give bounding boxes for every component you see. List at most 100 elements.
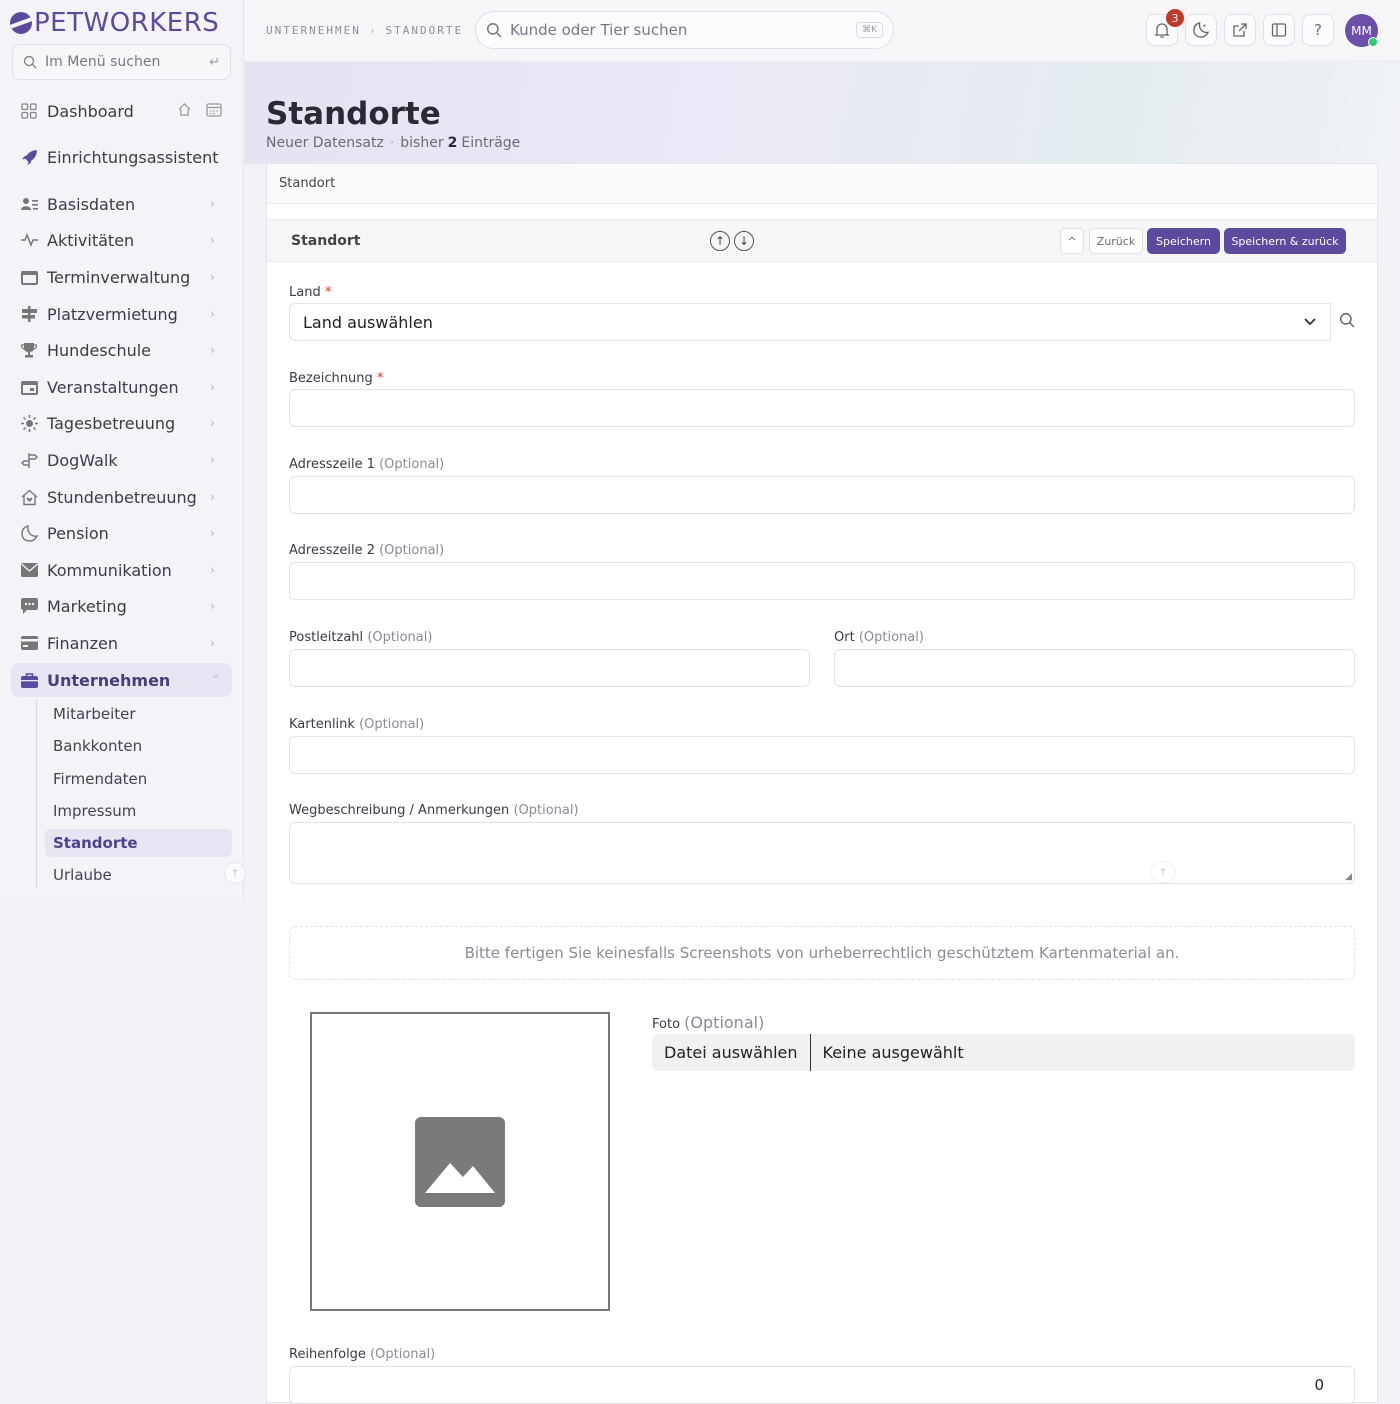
breadcrumb-item-unternehmen[interactable]: UNTERNEHMEN [266,24,361,37]
sidebar-item-dashboard[interactable]: Dashboard [11,94,232,128]
ort-label-text: Ort [834,630,855,645]
sidebar-item-kommunikation[interactable]: Kommunikation › [11,553,232,587]
sidebar-item-basisdaten[interactable]: Basisdaten › [11,187,232,221]
scroll-top-icon[interactable]: ↑ [224,862,246,884]
theme-toggle-button[interactable] [1185,14,1217,46]
arrow-up-circle-icon[interactable]: ↑ [710,231,730,251]
page-header: Standorte Neuer Datensatz · bisher 2 Ein… [245,62,1400,164]
sidebar-item-terminverwaltung[interactable]: Terminverwaltung › [11,260,232,294]
envelope-icon [19,560,39,580]
resize-handle-icon[interactable]: ◢ [1345,872,1352,882]
back-button-label: Zurück [1096,234,1136,248]
ort-input[interactable] [834,649,1355,687]
menu-search-input[interactable]: Im Menü suchen ↵ [12,44,231,80]
sidebar-item-aktivitaeten[interactable]: Aktivitäten › [11,223,232,257]
sidebar-item-veranstaltungen[interactable]: Veranstaltungen › [11,370,232,404]
sidebar-subitem-firmendaten[interactable]: Firmendaten [45,765,232,793]
choose-file-button[interactable]: Datei auswählen [652,1034,811,1071]
sidebar-item-label: Basisdaten [47,194,136,214]
collapse-button[interactable]: ^ [1060,228,1084,254]
sidebar-item-label: Stundenbetreuung [47,487,197,507]
chevron-right-icon: › [210,563,215,577]
sidebar-item-tagesbetreuung[interactable]: Tagesbetreuung › [11,406,232,440]
sidebar-item-label: Tagesbetreuung [47,413,176,433]
submenu-line [36,700,37,888]
brand-logo[interactable]: PETWORKERS [10,6,219,40]
sidebar-subitem-mitarbeiter[interactable]: Mitarbeiter [45,700,232,728]
sidebar-subitem-impressum[interactable]: Impressum [45,797,232,825]
back-button[interactable]: Zurück [1089,228,1143,254]
sidebar-item-wizard[interactable]: Einrichtungsassistent [11,140,232,174]
wegbeschreibung-label-text: Wegbeschreibung / Anmerkungen [289,803,510,818]
optional-hint: (Optional) [359,717,425,732]
adresse1-input[interactable] [289,476,1355,514]
scroll-top-icon[interactable]: ↑ [1150,861,1176,883]
activity-icon [19,230,39,250]
chevron-right-icon: › [210,197,215,211]
save-and-back-button[interactable]: Speichern & zurück [1224,228,1346,254]
sidebar-item-label: Terminverwaltung [47,267,191,287]
form-panel: Standort Standort ↑ ↓ ^ Zurück Speichern… [266,163,1378,1404]
sidebar-item-hundeschule[interactable]: Hundeschule › [11,333,232,367]
tab-standort[interactable]: Standort [267,164,1377,204]
sidebar-item-pension[interactable]: Pension › [11,516,232,550]
land-select[interactable]: Land auswählen [289,303,1331,341]
chevron-down-icon [1304,314,1316,330]
breadcrumb-separator-icon: › [368,24,378,37]
page-title: Standorte [266,96,441,132]
kartenlink-input[interactable] [289,736,1355,774]
global-search-input[interactable]: Kunde oder Tier suchen ⌘K [475,11,894,49]
chevron-right-icon: › [210,416,215,430]
plz-label-text: Postleitzahl [289,630,364,645]
signpost-outline-icon [19,450,39,470]
calendar-icon[interactable] [206,102,222,121]
toggle-sidebar-button[interactable] [1263,14,1295,46]
reihenfolge-input[interactable]: 0 [289,1366,1355,1404]
sidebar-item-dogwalk[interactable]: DogWalk › [11,443,232,477]
optional-hint: (Optional) [379,543,445,558]
sidebar-item-finanzen[interactable]: Finanzen › [11,626,232,660]
land-search-icon[interactable] [1339,312,1355,332]
sidebar-item-marketing[interactable]: Marketing › [11,589,232,623]
sidebar-subitem-standorte[interactable]: Standorte [45,829,232,857]
bezeichnung-label: Bezeichnung * [289,371,383,386]
kartenlink-label: Kartenlink (Optional) [289,717,424,732]
reihenfolge-label: Reihenfolge (Optional) [289,1347,435,1362]
trophy-icon [19,340,39,360]
chevron-down-icon: › [209,674,223,679]
arrow-down-circle-icon[interactable]: ↓ [734,231,754,251]
wegbeschreibung-textarea[interactable]: ↑ ◢ [289,822,1355,884]
user-avatar[interactable]: MM [1345,14,1378,47]
ort-label: Ort (Optional) [834,630,924,645]
search-shortcut-hint: ⌘K [856,22,883,38]
section-toolbar: Standort ↑ ↓ ^ Zurück Speichern Speicher… [267,219,1377,262]
tab-label: Standort [279,176,336,191]
briefcase-icon [19,670,39,690]
optional-hint: (Optional) [513,803,579,818]
plz-input[interactable] [289,649,810,687]
sidebar-item-stundenbetreuung[interactable]: Stundenbetreuung › [11,480,232,514]
sidebar-subitem-label: Impressum [53,802,137,820]
sidebar-subitem-urlaube[interactable]: Urlaube [45,861,232,889]
question-mark-icon: ? [1314,21,1322,39]
sidebar-subitem-bankkonten[interactable]: Bankkonten [45,732,232,760]
sidebar-item-unternehmen[interactable]: Unternehmen › [11,663,232,697]
open-external-button[interactable] [1224,14,1256,46]
home-icon[interactable] [177,102,192,121]
menu-search-placeholder: Im Menü suchen [45,54,161,70]
sidebar-item-label: Marketing [47,596,127,616]
help-button[interactable]: ? [1302,14,1334,46]
bezeichnung-input[interactable] [289,389,1355,427]
save-button-label: Speichern [1156,234,1211,248]
adresse2-label-text: Adresszeile 2 [289,543,375,558]
sidebar-item-platzvermietung[interactable]: Platzvermietung › [11,297,232,331]
kartenlink-label-text: Kartenlink [289,717,355,732]
foto-file-input[interactable]: Datei auswählen Keine ausgewählt [652,1034,1355,1071]
save-button[interactable]: Speichern [1147,228,1220,254]
sidebar-item-label: Pension [47,523,109,543]
sidebar-item-label: Dashboard [47,101,134,121]
chevron-right-icon: › [210,343,215,357]
optional-hint: (Optional) [858,630,924,645]
adresse2-input[interactable] [289,562,1355,600]
adresse1-label: Adresszeile 1 (Optional) [289,457,444,472]
